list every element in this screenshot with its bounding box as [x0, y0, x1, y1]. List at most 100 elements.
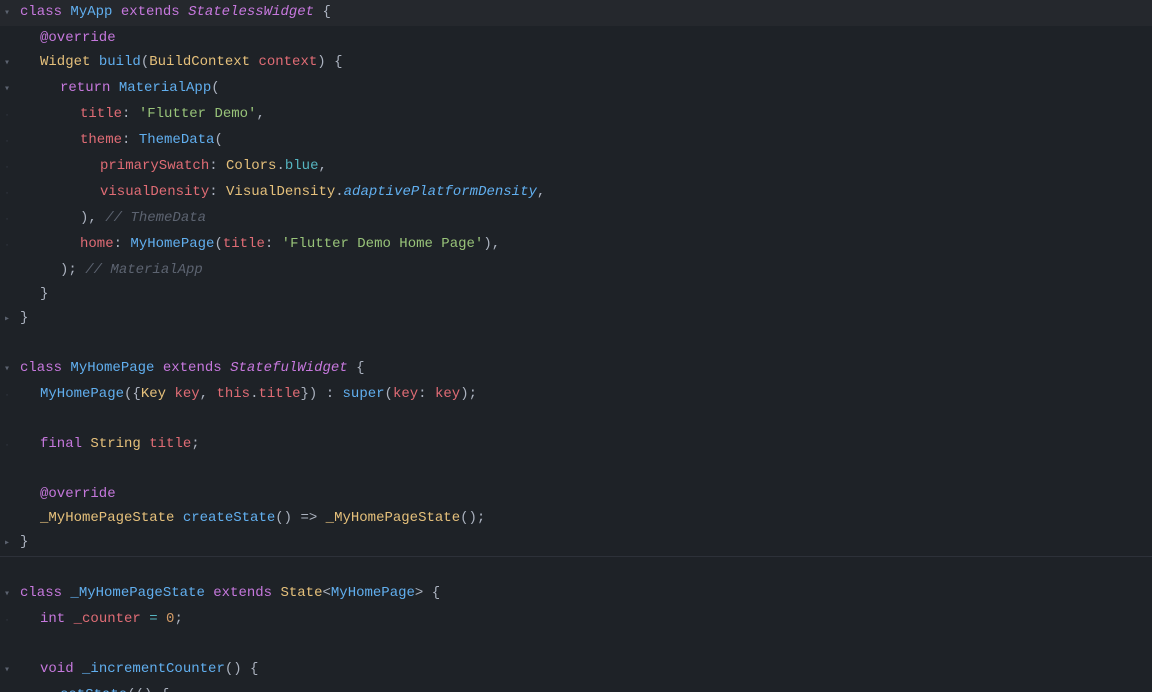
code-line: · home: MyHomePage(title: 'Flutter Demo H… [0, 232, 1152, 258]
token-punctuation: ( [214, 132, 222, 148]
token-method-name: MaterialApp [119, 80, 211, 96]
code-line [0, 408, 1152, 432]
code-line: ·final String title; [0, 432, 1152, 458]
code-line-content: title: 'Flutter Demo', [80, 102, 1152, 126]
gutter: · [0, 609, 20, 633]
token-kw-super: super [343, 386, 385, 402]
code-line: · primarySwatch: Colors.blue, [0, 154, 1152, 180]
token-kw-this: this [216, 386, 250, 402]
gutter: ▾ [0, 583, 20, 607]
code-line [0, 633, 1152, 657]
token-class-name: _MyHomePageState [40, 510, 183, 526]
token-comment: // ThemeData [105, 210, 206, 226]
token-punctuation: }) : [301, 386, 343, 402]
token-punctuation: { [322, 4, 330, 20]
code-line-content: ), // ThemeData [80, 206, 1152, 230]
token-italic-class: StatefulWidget [230, 360, 356, 376]
token-string: 'Flutter Demo Home Page' [282, 236, 484, 252]
token-punctuation: (() { [127, 687, 169, 692]
token-kw-void: void [40, 661, 82, 677]
token-class-name: BuildContext [149, 54, 258, 70]
gutter: · [0, 208, 20, 232]
code-line: ); // MaterialApp [0, 258, 1152, 282]
code-line-content: _MyHomePageState createState() => _MyHom… [40, 506, 1152, 530]
token-punctuation: . [276, 158, 284, 174]
code-line-content: theme: ThemeData( [80, 128, 1152, 152]
code-line: ·MyHomePage({Key key, this.title}) : sup… [0, 382, 1152, 408]
code-line [0, 332, 1152, 356]
gutter: · [0, 130, 20, 154]
code-line-content: final String title; [40, 432, 1152, 456]
gutter: · [0, 156, 20, 180]
token-kw-final: final [40, 436, 90, 452]
code-line-content: } [20, 530, 1152, 554]
code-line [0, 557, 1152, 581]
fold-arrow-down-icon[interactable]: ▾ [0, 52, 14, 76]
token-punctuation: ( [214, 236, 222, 252]
token-punctuation: } [20, 534, 28, 550]
fold-arrow-down-icon[interactable]: ▾ [0, 659, 14, 683]
code-line-content: setState(() { [60, 683, 1152, 692]
code-line: ▾ return MaterialApp( [0, 76, 1152, 102]
fold-dot-icon: · [0, 234, 14, 258]
token-punctuation: ( [385, 386, 393, 402]
code-line-content: class MyApp extends StatelessWidget { [20, 0, 1152, 24]
gutter: ▾ [0, 685, 20, 692]
token-punctuation: ), [80, 210, 105, 226]
token-punctuation: (); [460, 510, 485, 526]
fold-dot-icon: · [0, 130, 14, 154]
gutter: · [0, 384, 20, 408]
token-property: title [80, 106, 122, 122]
code-line: _MyHomePageState createState() => _MyHom… [0, 506, 1152, 530]
code-line-content: } [40, 282, 1152, 306]
gutter: · [0, 234, 20, 258]
gutter: · [0, 104, 20, 128]
token-punctuation: : [209, 158, 226, 174]
token-punctuation: , [318, 158, 326, 174]
code-line-content: primarySwatch: Colors.blue, [100, 154, 1152, 178]
token-class-name-blue: MyApp [70, 4, 120, 20]
token-property: theme [80, 132, 122, 148]
fold-arrow-down-icon[interactable]: ▾ [0, 78, 14, 102]
token-method-name: createState [183, 510, 275, 526]
fold-arrow-down-icon[interactable]: ▾ [0, 2, 14, 26]
fold-arrow-down-icon[interactable]: ▾ [0, 685, 14, 692]
token-italic-method: adaptivePlatformDensity [344, 184, 537, 200]
fold-arrow-right-icon[interactable]: ▸ [0, 308, 14, 332]
code-line: ·visualDensity: VisualDensity.adaptivePl… [0, 180, 1152, 206]
token-property: _counter [74, 611, 150, 627]
token-property: key [435, 386, 460, 402]
token-class-name-blue: _MyHomePageState [70, 585, 213, 601]
token-static-method: blue [285, 158, 319, 174]
token-punctuation: () => [275, 510, 325, 526]
token-punctuation: . [335, 184, 343, 200]
fold-dot-icon: · [0, 609, 14, 633]
token-punctuation: ); [460, 386, 477, 402]
code-line [0, 458, 1152, 482]
token-punctuation: ( [141, 54, 149, 70]
code-line-content [20, 633, 1152, 657]
code-line: ▾Widget build(BuildContext context) { [0, 50, 1152, 76]
code-line: ▾class MyApp extends StatelessWidget { [0, 0, 1152, 26]
code-line-content: return MaterialApp( [60, 76, 1152, 100]
code-line: @override [0, 482, 1152, 506]
code-line: ▾class _MyHomePageState extends State<My… [0, 581, 1152, 607]
token-punctuation: ; [174, 611, 182, 627]
fold-arrow-down-icon[interactable]: ▾ [0, 358, 14, 382]
fold-arrow-down-icon[interactable]: ▾ [0, 583, 14, 607]
token-kw-int: int [40, 611, 74, 627]
token-class-name: State [280, 585, 322, 601]
code-line-content: home: MyHomePage(title: 'Flutter Demo Ho… [80, 232, 1152, 256]
code-content: ▾class MyApp extends StatelessWidget {@o… [0, 0, 1152, 692]
code-line-content [20, 557, 1152, 581]
token-class-name: VisualDensity [226, 184, 335, 200]
fold-arrow-right-icon[interactable]: ▸ [0, 532, 14, 556]
fold-dot-icon: · [0, 384, 14, 408]
token-kw-class: class [20, 585, 70, 601]
token-class-name: String [90, 436, 149, 452]
code-line: ▾class MyHomePage extends StatefulWidget… [0, 356, 1152, 382]
gutter: ▾ [0, 358, 20, 382]
fold-dot-icon: · [0, 156, 14, 180]
code-line-content: int _counter = 0; [40, 607, 1152, 631]
token-class-name-blue: MyHomePage [70, 360, 162, 376]
